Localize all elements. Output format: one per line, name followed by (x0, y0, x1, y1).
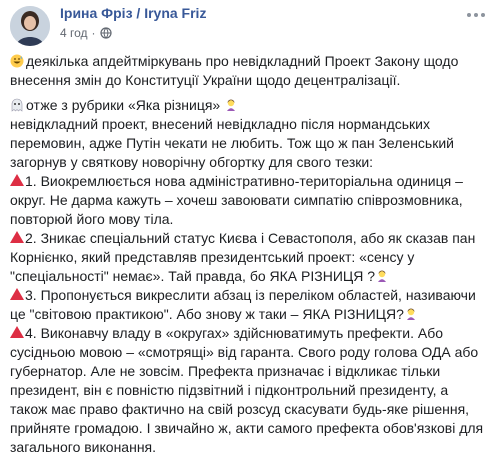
more-dot (474, 13, 478, 17)
woman-shrugging-icon (227, 99, 236, 111)
avatar-photo (10, 6, 50, 46)
intro-line: внесення змін до Конституції України щод… (10, 72, 401, 88)
point-1-text: 1. Виокремлюється нова адміністративно-т… (25, 173, 463, 189)
point-2-text: 2. Зникає спеціальний статус Києва і Сев… (25, 230, 476, 246)
point-3-line: 3. Пропонується викреслити абзац із пере… (10, 286, 492, 305)
red-triangle-icon (10, 326, 24, 338)
red-triangle-icon (10, 174, 24, 186)
intro-line: деякілька апдейтміркувань про невідкладн… (10, 52, 492, 71)
red-triangle-icon (10, 231, 24, 243)
ghost-icon (11, 98, 23, 112)
point-4-line: загального виконання. (10, 439, 157, 455)
point-1-line: повторюй його мову тіла. (10, 211, 174, 227)
lead-line: невідкладний проект, внесений невідкладн… (10, 116, 430, 132)
author-avatar[interactable] (10, 6, 50, 46)
lead-line: загорнув у святкову новорічну обгортку д… (10, 154, 374, 170)
meta-separator: · (91, 26, 96, 40)
intro-text-1: деякілька апдейтміркувань про невідкладн… (26, 53, 459, 69)
more-dots-icon (467, 13, 471, 17)
point-1-line: округ. Не дарма кажуть – хочеш завоювати… (10, 192, 463, 208)
post-body: деякілька апдейтміркувань про невідкладн… (10, 52, 492, 457)
woman-shrugging-icon (378, 270, 387, 282)
section-header: отже з рубрики «Яка різниця» (10, 96, 492, 115)
point-1-line: 1. Виокремлюється нова адміністративно-т… (10, 172, 492, 191)
point-3-text: 3. Пропонується викреслити абзац із пере… (25, 287, 476, 303)
point-3-line: це "світовою практикою". Або знову ж так… (10, 305, 492, 324)
point-2-line: 2. Зникає спеціальний статус Києва і Сев… (10, 229, 492, 248)
point-3-text-end: це "світовою практикою". Або знову ж так… (10, 306, 404, 322)
point-4-line: президент, він є повністю підзвітний і п… (10, 382, 449, 398)
point-4-line: прийняте громадою. І звичайно ж, акти са… (10, 420, 484, 436)
globe-icon[interactable] (99, 27, 112, 39)
author-name-link[interactable]: Ірина Фріз / Iryna Friz (60, 5, 206, 21)
red-triangle-icon (10, 288, 24, 300)
section-header-text: отже з рубрики «Яка різниця» (26, 97, 221, 113)
point-4-line: також має право фактично на свій розсуд … (10, 401, 470, 417)
point-4-line: 4. Виконавчу владу в «округах» здійснюва… (10, 324, 492, 343)
point-4-line: губернатор. Але не зовсім. Префекта приз… (10, 363, 441, 379)
woman-shrugging-icon (406, 308, 415, 320)
facebook-post: Ірина Фріз / Iryna Friz 4 год · деякільк… (0, 0, 498, 463)
lead-line: перемовин, адже Путін чекати не любить. … (10, 135, 454, 151)
post-time[interactable]: 4 год (60, 26, 88, 40)
point-4-text: 4. Виконавчу владу в «округах» здійснюва… (25, 325, 444, 341)
post-meta: 4 год · (60, 26, 112, 40)
point-4-line: сусідньою мовою – «смотрящі» від гаранта… (10, 344, 479, 360)
point-2-text-end: "спеціальності" немає». Тай правда, бо Я… (10, 268, 376, 284)
more-dot (481, 13, 485, 17)
more-options-button[interactable] (464, 8, 488, 22)
grinning-sweat-face-icon (10, 54, 24, 68)
point-2-line: "спеціальності" немає». Тай правда, бо Я… (10, 267, 492, 286)
intro-paragraph: деякілька апдейтміркувань про невідкладн… (10, 52, 492, 90)
point-2-line: Корнієнко, який представляв президентськ… (10, 249, 415, 265)
